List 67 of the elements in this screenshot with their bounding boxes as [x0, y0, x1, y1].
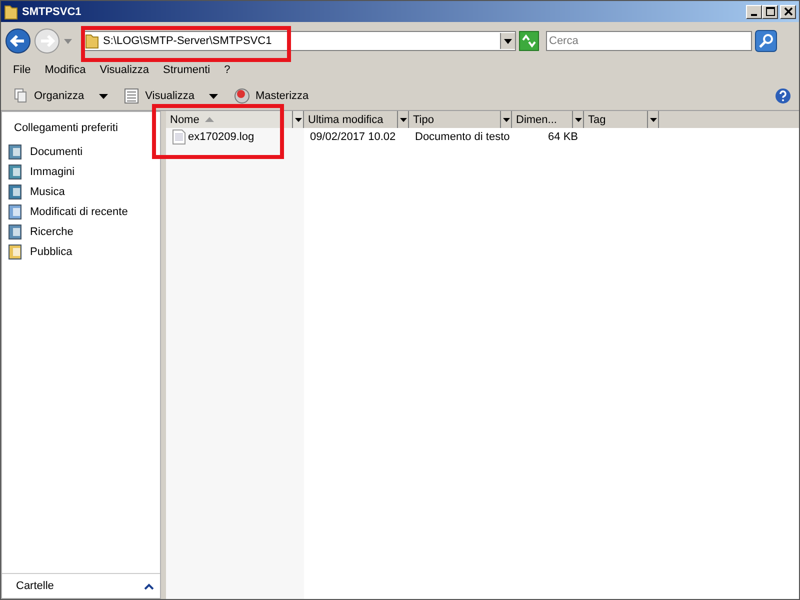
library-icon [8, 144, 24, 160]
sidebar-item[interactable]: Musica [2, 182, 160, 202]
column-header[interactable]: Tipo [409, 111, 512, 128]
toolbar-button[interactable]: Organizza [9, 86, 112, 106]
dropdown-button[interactable] [500, 33, 515, 49]
address-bar[interactable]: S:\LOG\SMTP-Server\SMTPSVC1 [82, 31, 516, 51]
search-field[interactable]: Cerca [546, 31, 752, 51]
folders-label: Cartelle [16, 580, 54, 592]
folders-bar[interactable]: Cartelle [2, 573, 160, 598]
column-header[interactable]: Dimen... [512, 111, 584, 128]
caret-icon [209, 94, 218, 98]
column-header[interactable]: Tag [584, 111, 659, 128]
library-icon [8, 224, 24, 240]
list-icon [124, 88, 140, 104]
pages-icon [13, 88, 29, 104]
toolbar-button[interactable]: Visualizza [120, 86, 222, 106]
table-cell-text: 09/02/2017 10.02 [309, 130, 397, 145]
menu-item[interactable]: Strumenti [163, 64, 210, 78]
refresh-icon[interactable] [519, 31, 539, 51]
sidebar-item[interactable]: Ricerche [2, 222, 160, 242]
library-icon [8, 204, 24, 220]
caret-icon [574, 118, 582, 122]
close-icon [784, 7, 792, 16]
table-cell-text: 64 KB [547, 130, 579, 145]
back-icon[interactable] [5, 28, 31, 54]
minimize-button[interactable] [746, 4, 762, 18]
column-header[interactable]: Ultima modifica [304, 111, 409, 128]
chevron-up-icon [144, 582, 154, 590]
menu-item[interactable]: File [13, 64, 31, 78]
column-header[interactable]: Nome [166, 111, 304, 128]
help-icon[interactable] [775, 88, 791, 104]
close-button[interactable] [780, 4, 796, 18]
maximize-icon [766, 7, 774, 16]
column-dropdown-button[interactable] [500, 111, 511, 128]
toolbar-button[interactable]: Masterizza [230, 86, 313, 106]
menu-item[interactable]: Visualizza [100, 64, 150, 78]
sort-arrow-icon [205, 117, 214, 122]
menu-item[interactable]: Modifica [44, 64, 86, 78]
library-icon [8, 184, 24, 200]
caret-icon [400, 118, 406, 122]
window-title: SMTPSVC1 [22, 6, 82, 18]
library-icon [8, 244, 24, 260]
caret-icon [504, 38, 512, 44]
caret-icon [294, 118, 302, 122]
text-file-icon [172, 129, 186, 145]
minimize-icon [751, 14, 757, 16]
column-dropdown-button[interactable] [647, 111, 658, 128]
column-dropdown-button[interactable] [292, 111, 303, 128]
sidebar-item[interactable]: Immagini [2, 162, 160, 182]
folder-icon [85, 33, 99, 49]
sidebar-item[interactable]: Documenti [2, 142, 160, 162]
caret-icon [650, 118, 656, 122]
search-icon[interactable] [755, 30, 777, 52]
pane-title: Collegamenti preferiti [13, 121, 119, 136]
sidebar-item[interactable]: Modificati di recente [2, 202, 160, 222]
library-icon [8, 164, 24, 180]
folder-icon [4, 4, 18, 20]
menu-item[interactable]: ? [224, 64, 230, 78]
disc-icon [234, 88, 250, 104]
caret-icon [502, 118, 510, 122]
maximize-button[interactable] [762, 4, 778, 18]
column-dropdown-button[interactable] [397, 111, 408, 128]
sidebar-item[interactable]: Pubblica [2, 242, 160, 262]
file-name[interactable]: ex170209.log [166, 129, 304, 145]
caret-icon [99, 94, 108, 98]
table-cell-text: Documento di testo [414, 130, 511, 145]
column-dropdown-button[interactable] [572, 111, 583, 128]
